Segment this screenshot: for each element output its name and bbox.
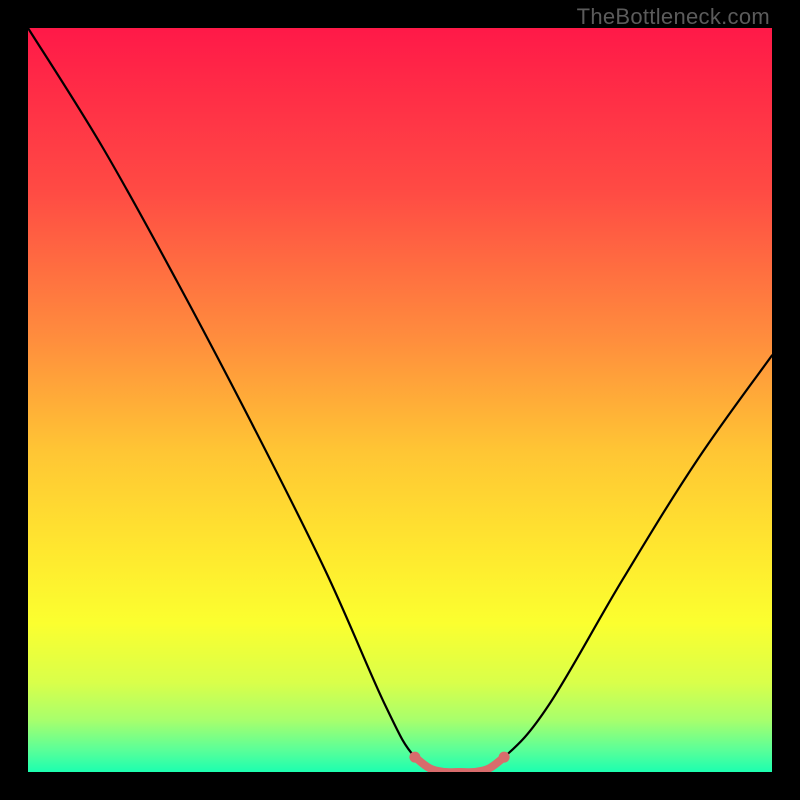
plot-area — [28, 28, 772, 772]
watermark-text: TheBottleneck.com — [577, 4, 770, 30]
chart-frame: TheBottleneck.com — [0, 0, 800, 800]
gradient-background — [28, 28, 772, 772]
